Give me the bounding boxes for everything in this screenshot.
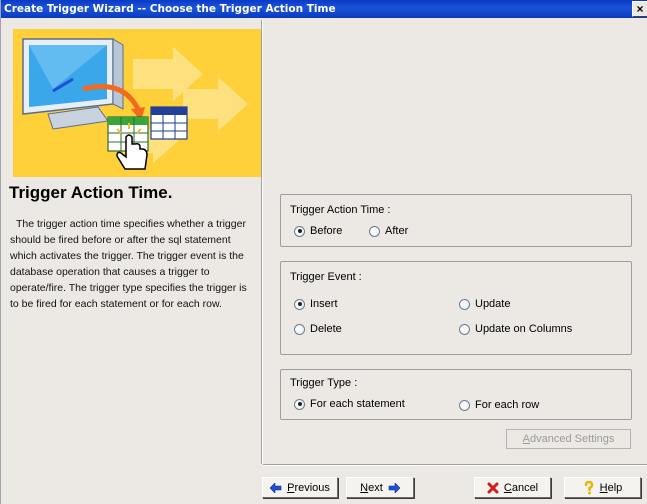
update-radio[interactable]: Update	[459, 298, 510, 310]
before-radio[interactable]: Before	[294, 225, 342, 237]
next-button[interactable]: Next	[346, 477, 414, 498]
previous-button[interactable]: Previous	[262, 477, 338, 498]
radio-checked-icon	[294, 225, 305, 237]
radio-unchecked-icon	[459, 323, 470, 335]
help-label: elp	[607, 481, 623, 494]
for-each-statement-label: For each statement	[310, 398, 405, 410]
delete-radio[interactable]: Delete	[294, 323, 342, 335]
update-label: Update	[475, 298, 511, 310]
for-each-row-label: For each row	[475, 399, 540, 411]
trigger-event-group: Trigger Event : Insert Update Delete Upd…	[280, 261, 632, 355]
panel-divider	[261, 20, 263, 464]
step-heading: Trigger Action Time.	[9, 183, 173, 202]
update-on-columns-radio[interactable]: Update on Columns	[459, 323, 572, 335]
info-panel: Trigger Action Time. The trigger action …	[3, 20, 261, 504]
close-icon: ×	[636, 2, 644, 16]
cancel-label: ancel	[511, 481, 539, 494]
radio-checked-icon	[294, 398, 305, 410]
help-mnemonic: H	[599, 481, 608, 494]
insert-label: Insert	[310, 298, 338, 310]
close-button[interactable]: ×	[632, 1, 647, 17]
trigger-type-group: Trigger Type : For each statement For ea…	[280, 369, 632, 420]
action-time-title: Trigger Action Time :	[290, 204, 391, 216]
title-bar[interactable]: Create Trigger Wizard -- Choose the Trig…	[1, 0, 647, 18]
left-arrow-icon	[270, 482, 282, 493]
next-mnemonic: N	[360, 481, 369, 494]
wizard-banner-illustration	[13, 29, 261, 177]
wizard-window: Create Trigger Wizard -- Choose the Trig…	[0, 0, 647, 504]
trigger-event-title: Trigger Event :	[290, 271, 362, 283]
advanced-settings-button[interactable]: Advanced Settings	[506, 429, 631, 449]
radio-checked-icon	[294, 298, 305, 310]
action-time-group: Trigger Action Time : Before After	[280, 194, 632, 247]
question-mark-icon	[584, 480, 593, 494]
for-each-statement-radio[interactable]: For each statement	[294, 398, 405, 410]
right-arrow-icon	[388, 482, 400, 493]
delete-label: Delete	[310, 323, 342, 335]
for-each-row-radio[interactable]: For each row	[459, 399, 539, 411]
step-description: The trigger action time specifies whethe…	[10, 218, 247, 310]
window-title: Create Trigger Wizard -- Choose the Trig…	[4, 3, 336, 15]
radio-unchecked-icon	[459, 399, 470, 411]
previous-label: revious	[294, 481, 330, 494]
cancel-button[interactable]: Cancel	[474, 477, 551, 498]
advanced-settings-label: dvanced Settings	[529, 433, 615, 445]
after-label: After	[385, 225, 409, 237]
insert-radio[interactable]: Insert	[294, 298, 338, 310]
next-label: ext	[368, 481, 383, 494]
advanced-settings-mnemonic: A	[522, 433, 530, 445]
button-separator	[263, 464, 647, 466]
update-on-columns-label: Update on Columns	[475, 323, 573, 335]
after-radio[interactable]: After	[369, 225, 408, 237]
radio-unchecked-icon	[369, 225, 380, 237]
trigger-type-title: Trigger Type :	[290, 377, 358, 389]
radio-unchecked-icon	[294, 323, 305, 335]
before-label: Before	[310, 225, 343, 237]
cancel-mnemonic: C	[503, 481, 512, 494]
help-button[interactable]: Help	[564, 477, 641, 498]
trigger-illustration-icon	[22, 38, 248, 170]
red-x-icon	[487, 482, 499, 493]
radio-unchecked-icon	[459, 298, 470, 310]
